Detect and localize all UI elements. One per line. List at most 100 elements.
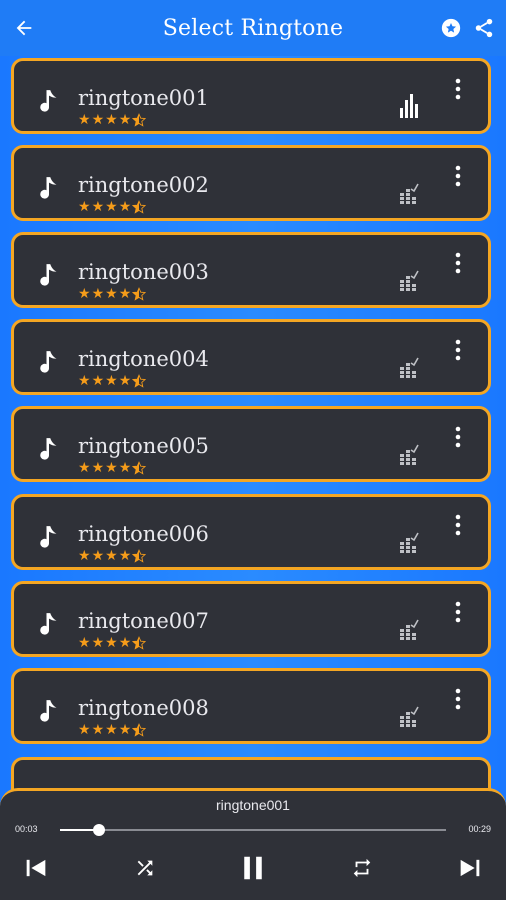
equalizer-icon (400, 706, 419, 727)
player-bar: ringtone001 00:03 00:29 (0, 788, 506, 900)
ringtone-name: ringtone003 (78, 260, 209, 284)
skip-previous-icon (26, 859, 46, 877)
more-vert-icon[interactable] (453, 687, 463, 711)
rating-stars: ★ ★ ★ ★ (78, 722, 147, 740)
more-vert-icon[interactable] (453, 425, 463, 449)
list-item[interactable]: ringtone001 ★ ★ ★ ★ (11, 58, 491, 134)
star-half-icon (132, 636, 147, 653)
star-full-icon: ★ (105, 460, 118, 476)
rating-stars: ★ ★ ★ ★ (78, 199, 147, 217)
star-circle-icon (441, 18, 461, 38)
star-full-icon: ★ (78, 460, 91, 476)
repeat-icon (353, 858, 371, 878)
star-full-icon: ★ (91, 373, 105, 389)
star-full-icon: ★ (105, 286, 118, 302)
more-vert-icon[interactable] (453, 77, 463, 101)
repeat-button[interactable] (347, 853, 377, 883)
shuffle-button[interactable] (130, 853, 160, 883)
previous-button[interactable] (21, 853, 51, 883)
pause-icon (244, 856, 262, 880)
star-half-icon (132, 461, 147, 478)
star-full-icon: ★ (91, 199, 105, 215)
page-title: Select Ringtone (162, 15, 344, 41)
pause-button[interactable] (238, 853, 268, 883)
rating-stars: ★ ★ ★ ★ (78, 548, 147, 566)
music-note-icon (40, 526, 57, 548)
seek-bar[interactable] (60, 824, 446, 836)
star-full-icon: ★ (91, 722, 105, 738)
star-full-icon: ★ (78, 286, 91, 302)
star-full-icon: ★ (118, 460, 132, 476)
music-note-icon (40, 351, 57, 373)
rating-stars: ★ ★ ★ ★ (78, 112, 147, 130)
arrow-back-icon (16, 20, 32, 36)
star-full-icon: ★ (78, 373, 91, 389)
app-bar: Select Ringtone (0, 0, 506, 56)
star-full-icon: ★ (91, 286, 105, 302)
skip-next-icon (460, 859, 480, 877)
list-item[interactable]: ringtone007 ★ ★ ★ ★ (11, 581, 491, 657)
star-half-icon (132, 113, 147, 130)
star-full-icon: ★ (105, 112, 118, 128)
star-half-icon (132, 374, 147, 391)
star-full-icon: ★ (105, 199, 118, 215)
star-full-icon: ★ (78, 112, 91, 128)
music-note-icon (40, 438, 57, 460)
share-button[interactable] (470, 14, 498, 42)
equalizer-active-icon (400, 94, 418, 118)
more-vert-icon[interactable] (453, 164, 463, 188)
star-full-icon: ★ (118, 635, 132, 651)
equalizer-icon (400, 444, 419, 465)
star-full-icon: ★ (105, 722, 118, 738)
ringtone-name: ringtone008 (78, 696, 209, 720)
music-note-icon (40, 264, 57, 286)
more-vert-icon[interactable] (453, 600, 463, 624)
elapsed-time: 00:03 (15, 824, 38, 834)
ringtone-name: ringtone006 (78, 522, 209, 546)
list-item[interactable]: ringtone004 ★ ★ ★ ★ (11, 319, 491, 395)
rating-stars: ★ ★ ★ ★ (78, 635, 147, 653)
more-vert-icon[interactable] (453, 251, 463, 275)
list-item[interactable]: ringtone005 ★ ★ ★ ★ (11, 406, 491, 482)
equalizer-icon (400, 183, 419, 204)
star-half-icon (132, 723, 147, 740)
star-full-icon: ★ (78, 635, 91, 651)
list-item[interactable]: ringtone003 ★ ★ ★ ★ (11, 232, 491, 308)
list-item[interactable]: ringtone002 ★ ★ ★ ★ (11, 145, 491, 221)
star-half-icon (132, 200, 147, 217)
star-full-icon: ★ (78, 722, 91, 738)
star-full-icon: ★ (105, 635, 118, 651)
star-full-icon: ★ (105, 548, 118, 564)
ringtone-name: ringtone004 (78, 347, 209, 371)
back-button[interactable] (10, 14, 38, 42)
star-full-icon: ★ (78, 199, 91, 215)
list-item[interactable]: ringtone008 ★ ★ ★ ★ (11, 668, 491, 744)
more-vert-icon[interactable] (453, 513, 463, 537)
equalizer-icon (400, 270, 419, 291)
equalizer-icon (400, 619, 419, 640)
next-button[interactable] (455, 853, 485, 883)
star-half-icon (132, 287, 147, 304)
star-full-icon: ★ (118, 112, 132, 128)
equalizer-icon (400, 357, 419, 378)
equalizer-icon (400, 532, 419, 553)
favorite-button[interactable] (437, 14, 465, 42)
duration-time: 00:29 (468, 824, 491, 834)
rating-stars: ★ ★ ★ ★ (78, 373, 147, 391)
star-full-icon: ★ (78, 548, 91, 564)
star-half-icon (132, 549, 147, 566)
share-icon (475, 18, 493, 38)
shuffle-icon (137, 860, 153, 876)
more-vert-icon[interactable] (453, 338, 463, 362)
star-full-icon: ★ (118, 722, 132, 738)
rating-stars: ★ ★ ★ ★ (78, 460, 147, 478)
star-full-icon: ★ (91, 460, 105, 476)
list-item[interactable]: ringtone006 ★ ★ ★ ★ (11, 494, 491, 570)
now-playing-title: ringtone001 (216, 797, 290, 813)
music-note-icon (40, 177, 57, 199)
star-full-icon: ★ (91, 112, 105, 128)
seek-thumb[interactable] (92, 824, 105, 836)
music-note-icon (40, 613, 57, 635)
music-note-icon (40, 700, 57, 722)
star-full-icon: ★ (118, 286, 132, 302)
